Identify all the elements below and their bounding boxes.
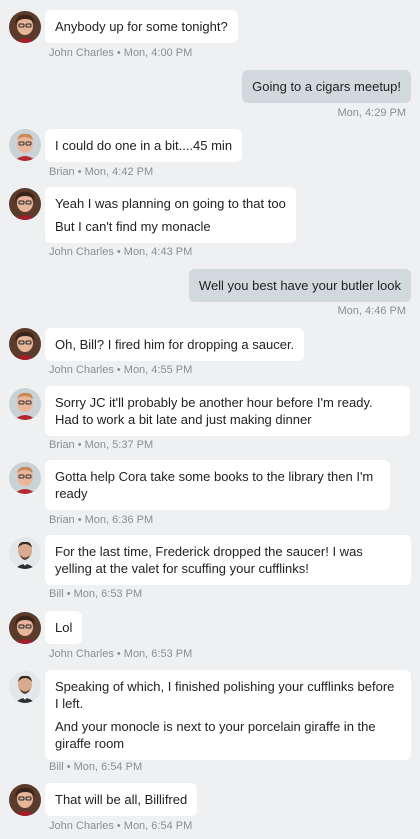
message-text: And your monocle is next to your porcela… — [55, 719, 376, 751]
message-bubble-outgoing: Well you best have your butler look — [188, 269, 411, 302]
message-meta: John Charles • Mon, 4:00 PM — [49, 47, 193, 59]
message-meta: John Charles • Mon, 4:43 PM — [49, 246, 193, 258]
avatar-john-charles[interactable] — [9, 11, 41, 43]
avatar-john-charles[interactable] — [9, 188, 41, 220]
avatar-brian[interactable] — [9, 129, 41, 161]
message-bubble: That will be all, Billifred — [45, 783, 198, 816]
message-text: Well you best have your butler look — [198, 278, 401, 293]
avatar-john-charles[interactable] — [9, 328, 41, 360]
avatar-brian[interactable] — [9, 462, 41, 494]
message-text: Lol — [55, 620, 73, 635]
message-bubble: I could do one in a bit....45 min — [45, 129, 243, 162]
message-meta: Bill • Mon, 6:53 PM — [49, 588, 143, 600]
message-meta: Mon, 4:29 PM — [337, 107, 406, 119]
message-bubble: For the last time, Frederick dropped the… — [45, 535, 411, 585]
avatar-bill[interactable] — [9, 537, 41, 569]
message-bubble: Yeah I was planning on going to that too… — [45, 187, 296, 243]
chat-thread: Anybody up for some tonight? John Charle… — [0, 0, 420, 839]
message-bubble: Anybody up for some tonight? — [45, 10, 238, 43]
message-text: But I can't find my monacle — [55, 219, 211, 234]
message-meta: Brian • Mon, 4:42 PM — [49, 166, 154, 178]
message-bubble: Gotta help Cora take some books to the l… — [45, 460, 390, 510]
message-meta: Mon, 4:46 PM — [337, 305, 406, 317]
message-text: Oh, Bill? I fired him for dropping a sau… — [55, 337, 295, 352]
message-meta: Brian • Mon, 5:37 PM — [49, 439, 154, 451]
message-bubble: Oh, Bill? I fired him for dropping a sau… — [45, 328, 305, 361]
message-bubble: Speaking of which, I finished polishing … — [45, 670, 411, 760]
message-bubble: Lol — [45, 611, 83, 644]
message-meta: John Charles • Mon, 4:55 PM — [49, 364, 193, 376]
message-meta: John Charles • Mon, 6:53 PM — [49, 648, 193, 660]
message-meta: John Charles • Mon, 6:54 PM — [49, 820, 193, 832]
message-text: Gotta help Cora take some books to the l… — [55, 469, 374, 501]
message-text: Speaking of which, I finished polishing … — [55, 679, 395, 711]
avatar-brian[interactable] — [9, 388, 41, 420]
message-text: Going to a cigars meetup! — [252, 79, 401, 94]
message-text: Anybody up for some tonight? — [55, 19, 228, 34]
message-text: Yeah I was planning on going to that too — [55, 196, 286, 211]
message-meta: Brian • Mon, 6:36 PM — [49, 514, 154, 526]
message-text: Sorry JC it'll probably be another hour … — [55, 395, 373, 427]
message-bubble-outgoing: Going to a cigars meetup! — [242, 70, 411, 103]
message-bubble: Sorry JC it'll probably be another hour … — [45, 386, 410, 436]
avatar-john-charles[interactable] — [9, 612, 41, 644]
avatar-bill[interactable] — [9, 671, 41, 703]
avatar-john-charles[interactable] — [9, 784, 41, 816]
message-text: That will be all, Billifred — [55, 792, 188, 807]
message-text: I could do one in a bit....45 min — [55, 138, 233, 153]
message-text: For the last time, Frederick dropped the… — [55, 544, 363, 576]
message-meta: Bill • Mon, 6:54 PM — [49, 761, 143, 773]
